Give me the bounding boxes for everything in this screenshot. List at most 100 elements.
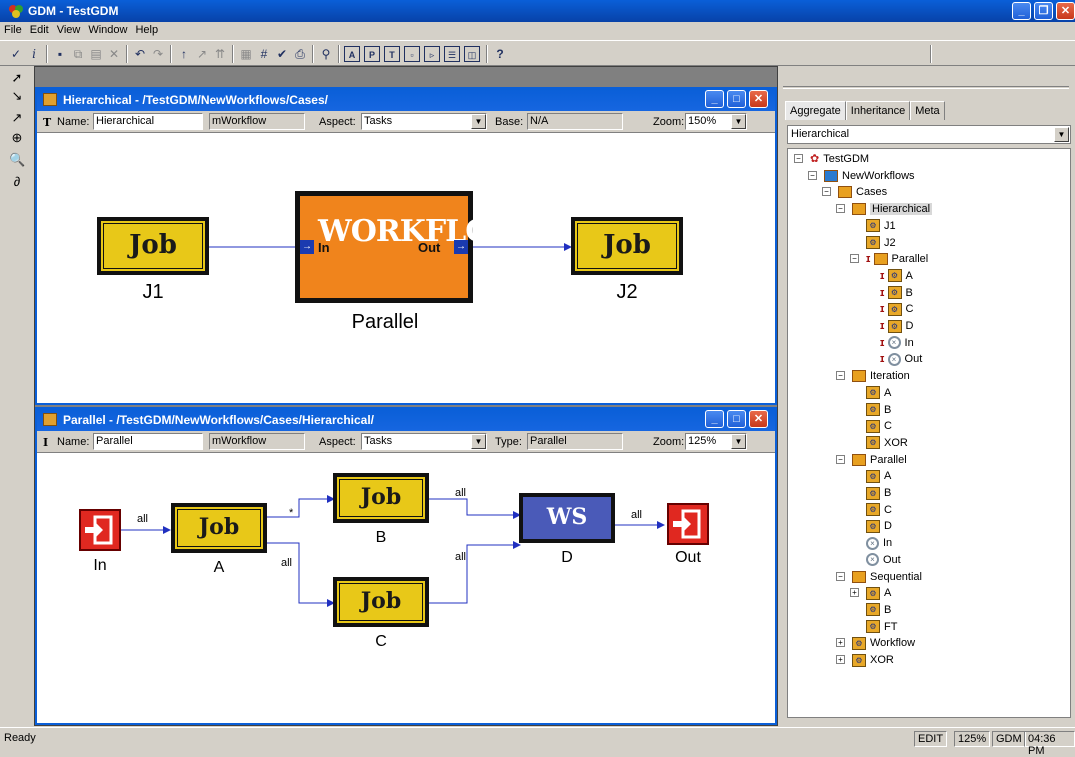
- tree-item[interactable]: ɪ ⚙ C: [880, 301, 913, 317]
- up-right-icon[interactable]: ↗: [194, 46, 210, 62]
- help-icon[interactable]: ?: [492, 46, 508, 62]
- tree-item[interactable]: − ✿ TestGDM: [794, 151, 869, 167]
- close-icon[interactable]: ✕: [749, 410, 768, 428]
- tree-item[interactable]: ⚙ B: [866, 485, 891, 501]
- tree-item[interactable]: − Iteration: [836, 368, 910, 384]
- expand-icon[interactable]: +: [836, 655, 845, 664]
- collapse-icon[interactable]: −: [836, 204, 845, 214]
- job-node-a[interactable]: Job: [171, 503, 267, 553]
- model-tree[interactable]: − ✿ TestGDM − NewWorkflows − Cases − Hierarchica…: [787, 148, 1071, 718]
- name-field[interactable]: Parallel: [93, 433, 203, 450]
- validate-icon[interactable]: ✔: [274, 46, 290, 62]
- chevron-down-icon[interactable]: ▼: [731, 114, 746, 129]
- layout-icon[interactable]: ▹: [424, 46, 440, 62]
- job-node-j2[interactable]: Job: [571, 217, 683, 275]
- out-port-node[interactable]: [667, 503, 709, 545]
- tree-item[interactable]: ⚙ J1: [866, 218, 896, 234]
- menu-view[interactable]: View: [53, 22, 85, 38]
- in-port-node[interactable]: [79, 509, 121, 551]
- in-port-icon[interactable]: →: [300, 240, 314, 254]
- chevron-down-icon[interactable]: ▼: [731, 434, 746, 449]
- close-icon[interactable]: ✕: [1056, 2, 1075, 20]
- minimize-icon[interactable]: _: [1012, 2, 1031, 20]
- collapse-icon[interactable]: −: [836, 454, 845, 464]
- connect-pointer-icon[interactable]: ↘: [9, 88, 25, 104]
- menu-file[interactable]: File: [0, 22, 26, 38]
- a-icon[interactable]: A: [344, 46, 360, 62]
- workflow-node-parallel[interactable]: WORKFLOW → In Out →: [295, 191, 524, 303]
- collapse-icon[interactable]: −: [822, 187, 831, 197]
- tree-item[interactable]: − NewWorkflows: [808, 168, 915, 184]
- tree-item[interactable]: − Parallel: [836, 452, 907, 468]
- expand-icon[interactable]: +: [850, 588, 859, 598]
- paste-icon[interactable]: ▤: [88, 46, 104, 62]
- p-icon[interactable]: P: [364, 46, 380, 62]
- set-mode-icon[interactable]: ⊕: [9, 130, 25, 146]
- restore-icon[interactable]: ❐: [1034, 2, 1053, 20]
- close-icon[interactable]: ✕: [749, 90, 768, 108]
- aspect-select[interactable]: Tasks ▼: [361, 113, 487, 130]
- grid-icon[interactable]: ▦: [238, 46, 254, 62]
- tree-item[interactable]: ⚙ C: [866, 502, 892, 518]
- undo-icon[interactable]: ↶: [132, 46, 148, 62]
- zoom-icon[interactable]: 🔍: [9, 152, 25, 168]
- tree-item[interactable]: − Cases: [822, 184, 887, 200]
- print-icon[interactable]: ⎙: [292, 46, 308, 62]
- info-icon[interactable]: i: [26, 46, 42, 62]
- find-icon[interactable]: ⚲: [318, 46, 334, 62]
- visualize-icon[interactable]: ∂: [9, 174, 25, 190]
- menu-help[interactable]: Help: [131, 22, 162, 38]
- name-field[interactable]: Hierarchical: [93, 113, 203, 130]
- t-icon[interactable]: T: [384, 46, 400, 62]
- disconnect-icon[interactable]: ↗: [9, 110, 25, 126]
- tree-item[interactable]: − Hierarchical: [836, 201, 933, 217]
- select-pointer-icon[interactable]: ➚: [9, 70, 25, 86]
- tree-item[interactable]: ɪ ⚙ B: [880, 285, 913, 301]
- menu-edit[interactable]: Edit: [26, 22, 53, 38]
- collapse-icon[interactable]: −: [794, 154, 803, 163]
- collapse-icon[interactable]: −: [836, 371, 845, 381]
- menu-window[interactable]: Window: [84, 22, 131, 38]
- tree-item[interactable]: ɪ × In: [880, 335, 914, 351]
- minimize-icon[interactable]: _: [705, 410, 724, 428]
- tree-item[interactable]: ⚙ D: [866, 518, 892, 534]
- tab-aggregate[interactable]: Aggregate: [785, 101, 846, 120]
- hierarchical-window-titlebar[interactable]: Hierarchical - /TestGDM/NewWorkflows/Cas…: [37, 89, 775, 111]
- tree-item[interactable]: ⚙ A: [866, 385, 891, 401]
- tree-item[interactable]: ɪ × Out: [880, 351, 922, 367]
- tree-item[interactable]: + ⚙ XOR: [836, 652, 894, 668]
- delete-icon[interactable]: ✕: [106, 46, 122, 62]
- tree-item[interactable]: × In: [866, 535, 892, 551]
- tab-meta[interactable]: Meta: [910, 101, 945, 120]
- tree-item[interactable]: − Sequential: [836, 569, 922, 585]
- out-port-icon[interactable]: →: [454, 240, 468, 254]
- up-up-icon[interactable]: ⇈: [212, 46, 228, 62]
- expand-icon[interactable]: +: [836, 638, 845, 648]
- chevron-down-icon[interactable]: ▼: [1054, 127, 1069, 142]
- zoom-select[interactable]: 125% ▼: [685, 433, 747, 450]
- ws-node-d[interactable]: WS: [519, 493, 615, 543]
- box-icon[interactable]: ▫: [404, 46, 420, 62]
- job-node-j1[interactable]: Job: [97, 217, 209, 275]
- model-canvas[interactable]: Job J1 WORKFLOW → In Out → Parallel Job …: [37, 133, 775, 403]
- chevron-down-icon[interactable]: ▼: [471, 114, 486, 129]
- redo-icon[interactable]: ↷: [150, 46, 166, 62]
- tree-item[interactable]: ⚙ A: [866, 468, 891, 484]
- chevron-down-icon[interactable]: ▼: [471, 434, 486, 449]
- tree-item[interactable]: ⚙ XOR: [866, 435, 908, 451]
- tree-item[interactable]: ⚙ FT: [866, 619, 897, 635]
- tree-item[interactable]: + ⚙ Workflow: [836, 635, 915, 651]
- tree-item[interactable]: ⚙ C: [866, 418, 892, 434]
- maximize-icon[interactable]: □: [727, 90, 746, 108]
- up-icon[interactable]: ↑: [176, 46, 192, 62]
- parallel-window-titlebar[interactable]: Parallel - /TestGDM/NewWorkflows/Cases/H…: [37, 409, 775, 431]
- tree-item[interactable]: ⚙ B: [866, 402, 891, 418]
- browser-combo[interactable]: Hierarchical ▼: [787, 125, 1071, 144]
- job-node-b[interactable]: Job: [333, 473, 429, 523]
- tree-item[interactable]: + ⚙ A: [850, 585, 891, 601]
- zoom-select[interactable]: 150% ▼: [685, 113, 747, 130]
- tree-item[interactable]: ⚙ B: [866, 602, 891, 618]
- save-icon[interactable]: ▪: [52, 46, 68, 62]
- check-icon[interactable]: ✓: [8, 46, 24, 62]
- tree-item[interactable]: − ɪ Parallel: [850, 251, 928, 267]
